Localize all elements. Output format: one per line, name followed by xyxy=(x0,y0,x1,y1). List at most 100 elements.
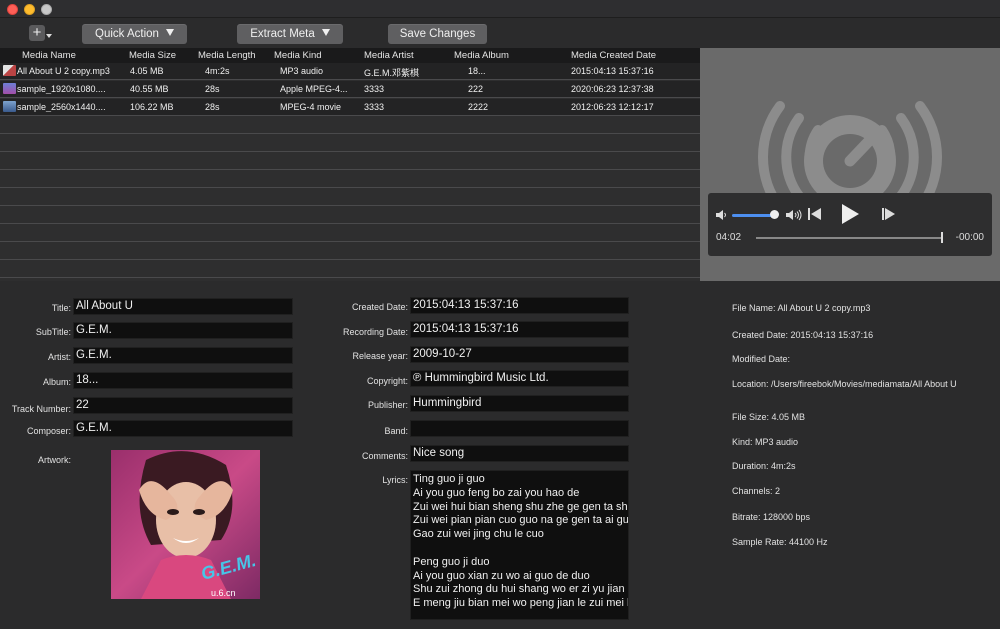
lyrics-textarea[interactable]: Ting guo ji guo Ai you guo feng bo zai y… xyxy=(410,470,629,620)
subtitle-label: SubTitle: xyxy=(35,327,71,337)
column-header-media-album[interactable]: Media Album xyxy=(454,50,509,61)
empty-table-row xyxy=(0,135,700,152)
table-header: Media Name Media Size Media Length Media… xyxy=(0,48,700,63)
volume-low-icon[interactable] xyxy=(716,210,728,220)
album-field[interactable]: 18... xyxy=(73,372,293,389)
add-media-button[interactable]: + xyxy=(29,25,45,41)
cell-media-album: 2222 xyxy=(468,102,489,112)
info-created-date: Created Date: 2015:04:13 15:37:16 xyxy=(732,330,874,340)
column-header-media-size[interactable]: Media Size xyxy=(129,50,176,61)
title-field[interactable]: All About U xyxy=(73,298,293,315)
playback-scrubber[interactable] xyxy=(756,237,942,239)
lyrics-line xyxy=(413,542,626,556)
lyrics-line: Ai you guo xian zu wo ai guo de duo xyxy=(413,569,590,582)
cell-media-length: 28s xyxy=(205,102,220,112)
info-file-size: File Size: 4.05 MB xyxy=(732,412,806,422)
media-player[interactable]: 04:02 -00:00 xyxy=(700,48,1000,281)
column-header-media-name[interactable]: Media Name xyxy=(22,50,76,61)
info-modified-date: Modified Date: xyxy=(732,354,791,364)
chevron-down-icon xyxy=(321,29,330,36)
add-dropdown-caret-icon[interactable] xyxy=(46,34,52,38)
info-channels: Channels: 2 xyxy=(732,486,781,496)
album-label: Album: xyxy=(42,377,71,387)
recording-date-label: Recording Date: xyxy=(342,327,408,337)
lyrics-label: Lyrics: xyxy=(382,475,408,485)
lyrics-line: Peng guo ji duo xyxy=(413,555,490,568)
composer-field[interactable]: G.E.M. xyxy=(73,420,293,437)
zoom-window-button[interactable] xyxy=(41,4,52,15)
extract-meta-label: Extract Meta xyxy=(250,28,315,40)
lyrics-line: Gao zui wei jing chu le cuo xyxy=(413,528,544,541)
table-row[interactable]: sample_2560x1440.... 106.22 MB 28s MPEG-… xyxy=(0,99,700,116)
lyrics-line: E meng jiu bian mei wo peng jian le zui … xyxy=(413,597,629,610)
extract-meta-button[interactable]: Extract Meta xyxy=(237,24,343,44)
cell-media-created-date: 2012:06:23 12:12:17 xyxy=(571,102,654,112)
cell-media-kind: MPEG-4 movie xyxy=(280,102,342,112)
toolbar: + Quick Action Extract Meta Save Changes xyxy=(0,18,1000,48)
quick-action-label: Quick Action xyxy=(95,28,159,40)
release-year-field[interactable]: 2009-10-27 xyxy=(410,346,629,363)
info-duration: Duration: 4m:2s xyxy=(732,461,796,471)
recording-date-field[interactable]: 2015:04:13 15:37:16 xyxy=(410,321,629,338)
copyright-label: Copyright: xyxy=(366,376,408,386)
subtitle-field[interactable]: G.E.M. xyxy=(73,322,293,339)
column-header-media-kind[interactable]: Media Kind xyxy=(274,50,322,61)
skip-back-icon[interactable] xyxy=(808,207,824,221)
column-header-media-created-date[interactable]: Media Created Date xyxy=(571,50,656,61)
created-date-label: Created Date: xyxy=(351,302,408,312)
artist-field[interactable]: G.E.M. xyxy=(73,347,293,364)
quick-action-button[interactable]: Quick Action xyxy=(82,24,187,44)
lyrics-line: Ai you guo feng bo zai you hao de xyxy=(413,486,580,499)
lyrics-line: Zui wei pian pian cuo guo na ge gen ta a… xyxy=(413,514,629,527)
volume-slider[interactable] xyxy=(732,214,772,217)
empty-table-row xyxy=(0,243,700,260)
band-field[interactable] xyxy=(410,420,629,437)
table-row[interactable]: sample_1920x1080.... 40.55 MB 28s Apple … xyxy=(0,81,700,98)
cell-media-size: 106.22 MB xyxy=(130,102,174,112)
lyrics-line: Zui wei hui bian sheng shu zhe ge gen ta… xyxy=(413,500,628,513)
minimize-window-button[interactable] xyxy=(24,4,35,15)
close-window-button[interactable] xyxy=(7,4,18,15)
table-row[interactable]: All About U 2 copy.mp3 4.05 MB 4m:2s MP3… xyxy=(0,63,700,80)
cell-media-artist: 3333 xyxy=(364,84,385,94)
comments-field[interactable]: Nice song xyxy=(410,445,629,462)
artwork-label: Artwork: xyxy=(37,455,71,465)
media-table[interactable]: Media Name Media Size Media Length Media… xyxy=(0,48,700,281)
lyrics-line: Shu zui zhong du hui shang wo er zi yu j… xyxy=(413,583,629,596)
artwork-image: G.E.M. u.6.cn xyxy=(111,450,260,599)
title-bar xyxy=(0,0,1000,18)
cell-media-created-date: 2020:06:23 12:37:38 xyxy=(571,84,654,94)
empty-table-row xyxy=(0,171,700,188)
artist-label: Artist: xyxy=(47,352,71,362)
volume-high-icon[interactable] xyxy=(786,209,804,221)
column-header-media-artist[interactable]: Media Artist xyxy=(364,50,414,61)
title-label: Title: xyxy=(51,303,71,313)
chevron-down-icon xyxy=(165,29,174,36)
info-bitrate: Bitrate: 128000 bps xyxy=(732,512,811,522)
band-label: Band: xyxy=(384,426,408,436)
lyrics-line: Ting guo ji guo xyxy=(413,473,485,485)
column-header-media-length[interactable]: Media Length xyxy=(198,50,256,61)
empty-table-row xyxy=(0,189,700,206)
player-controls: 04:02 -00:00 xyxy=(708,193,992,256)
volume-slider-knob[interactable] xyxy=(770,210,779,219)
comments-label: Comments: xyxy=(361,451,408,461)
track-number-field[interactable]: 22 xyxy=(73,397,293,414)
empty-table-row xyxy=(0,261,700,278)
info-kind: Kind: MP3 audio xyxy=(732,437,799,447)
video-file-icon xyxy=(3,101,16,112)
created-date-field[interactable]: 2015:04:13 15:37:16 xyxy=(410,297,629,314)
publisher-field[interactable]: Hummingbird xyxy=(410,395,629,412)
info-location: Location: /Users/fireebok/Movies/mediama… xyxy=(732,379,957,389)
album-artwork[interactable]: G.E.M. u.6.cn xyxy=(111,450,260,599)
save-changes-button[interactable]: Save Changes xyxy=(388,24,487,44)
play-icon[interactable] xyxy=(840,203,860,225)
info-file-name: File Name: All About U 2 copy.mp3 xyxy=(732,303,871,313)
copyright-field[interactable]: ℗ Hummingbird Music Ltd. xyxy=(410,370,629,387)
video-file-icon xyxy=(3,83,16,94)
info-sample-rate: Sample Rate: 44100 Hz xyxy=(732,537,828,547)
playback-scrubber-knob[interactable] xyxy=(941,232,943,243)
skip-forward-icon[interactable] xyxy=(882,207,898,221)
cell-media-artist: 3333 xyxy=(364,102,385,112)
cell-media-length: 4m:2s xyxy=(205,66,230,76)
